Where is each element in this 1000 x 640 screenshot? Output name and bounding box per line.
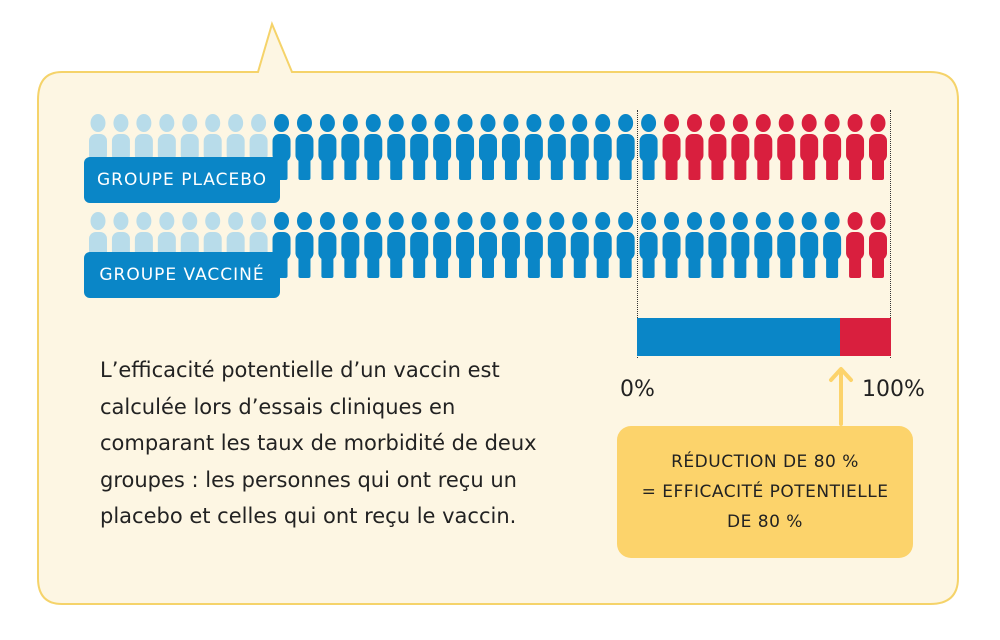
person-icon [524,212,543,278]
person-icon [593,114,612,180]
person-icon [456,114,475,180]
person-icon [616,212,635,278]
person-icon [662,114,681,180]
person-icon [387,114,406,180]
person-icon [456,212,475,278]
person-icon [823,114,842,180]
person-icon [433,212,452,278]
person-icon [501,114,520,180]
explanation-text: L’efficacité potentielle d’un vaccin est… [100,352,570,535]
person-icon [777,114,796,180]
result-line: RÉDUCTION DE 80 % [671,452,859,472]
person-icon [662,212,681,278]
explanation-line: calculée lors d’essais cliniques en [100,394,456,419]
person-icon [410,114,429,180]
person-icon [708,212,727,278]
person-icon [501,212,520,278]
person-icon [387,212,406,278]
scale-tick-end: 100% [862,377,925,402]
person-icon [846,114,865,180]
person-icon [318,114,337,180]
person-icon [616,114,635,180]
result-line: = EFFICACITÉ POTENTIELLE [641,482,889,502]
person-icon [364,212,383,278]
person-icon [295,212,314,278]
person-icon [593,212,612,278]
person-icon [846,212,865,278]
person-icon [754,114,773,180]
person-icon [685,212,704,278]
vaccine-group-label: GROUPE VACCINÉ [84,252,280,298]
person-icon [731,212,750,278]
person-icon [570,114,589,180]
efficacy-result-box: RÉDUCTION DE 80 % = EFFICACITÉ POTENTIEL… [617,426,913,558]
explanation-line: comparant les taux de morbidité de deux [100,431,537,455]
scale-tick-start: 0% [620,377,655,402]
person-icon [869,212,887,278]
efficacy-bar-protected [637,318,841,356]
person-icon [295,114,314,180]
person-icon [410,212,429,278]
person-icon [823,212,842,278]
person-icon [754,212,773,278]
person-icon [731,114,750,180]
result-line: DE 80 % [727,512,803,532]
person-icon [570,212,589,278]
person-icon [479,212,497,278]
person-icon [869,114,887,180]
person-icon [547,212,566,278]
person-icon [639,114,658,180]
person-icon [800,114,819,180]
person-icon [364,114,383,180]
arrow-up-icon [829,367,853,426]
person-icon [708,114,727,180]
person-icon [547,114,566,180]
person-icon [777,212,796,278]
explanation-line: L’efficacité potentielle d’un vaccin est [100,358,500,382]
person-icon [341,212,360,278]
person-icon [318,212,337,278]
explanation-line: placebo et celles qui ont reçu le vaccin… [100,504,517,528]
person-icon [685,114,704,180]
person-icon [479,114,497,180]
efficacy-bar [637,318,891,356]
person-icon [524,114,543,180]
explanation-line: groupes : les personnes qui ont reçu un [100,467,517,492]
person-icon [800,212,819,278]
person-icon [433,114,452,180]
placebo-group-label: GROUPE PLACEBO [84,157,280,203]
efficacy-bar-remaining [840,318,891,356]
person-icon [341,114,360,180]
person-icon [639,212,658,278]
